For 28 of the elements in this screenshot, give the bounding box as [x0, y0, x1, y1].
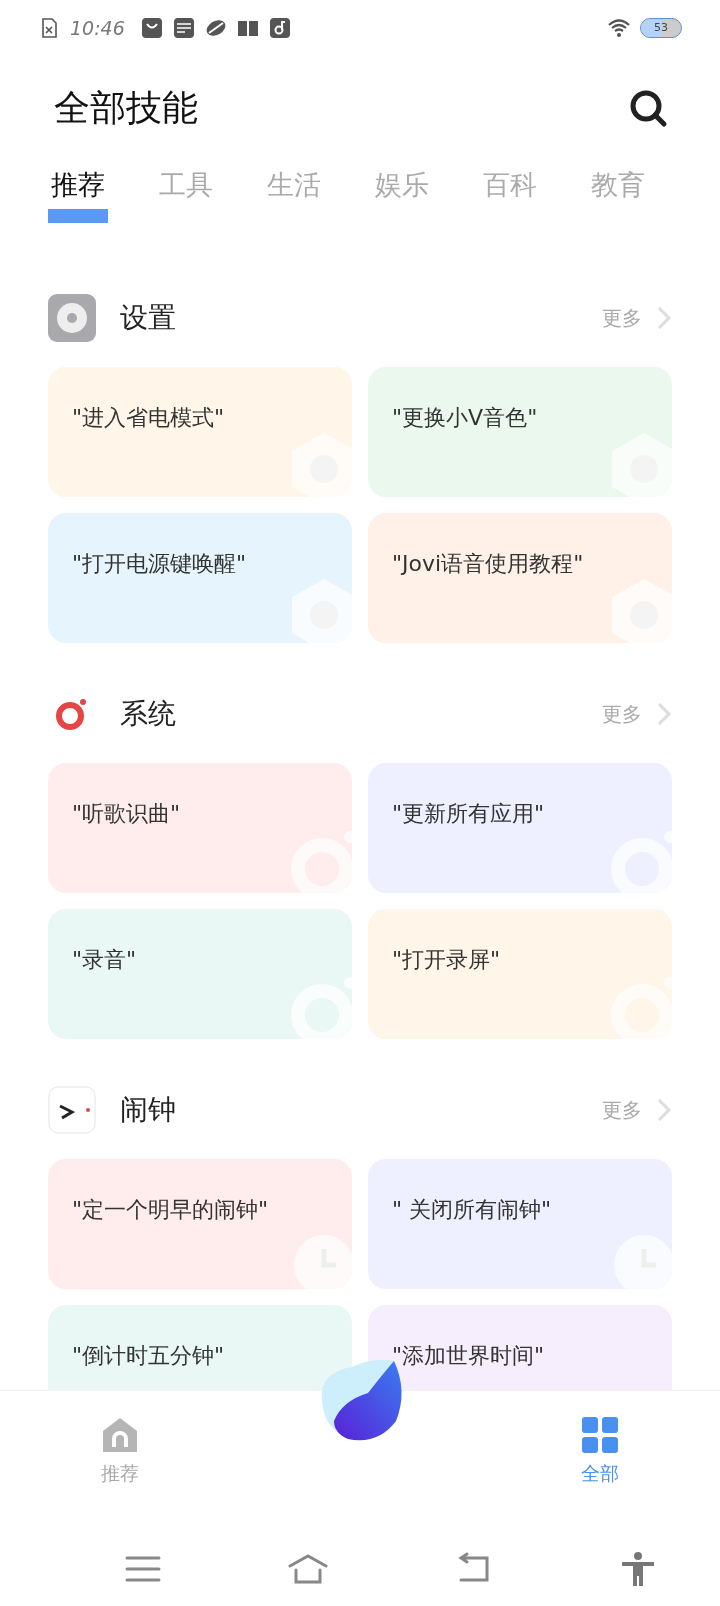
skill-card[interactable]: "听歌识曲" — [48, 763, 352, 893]
skill-card[interactable]: " 关闭所有闹钟" — [368, 1159, 672, 1289]
bag-icon — [140, 16, 163, 39]
skill-card[interactable]: "打开电源键唤醒" — [48, 513, 352, 643]
gear-icon — [48, 294, 96, 342]
card-icon — [172, 16, 195, 39]
skill-card[interactable]: "更新所有应用" — [368, 763, 672, 893]
skill-card[interactable]: "录音" — [48, 909, 352, 1039]
clock-time: 10:46 — [70, 16, 125, 39]
skill-card[interactable]: "倒计时五分钟" — [48, 1305, 352, 1390]
wifi-icon — [608, 16, 630, 39]
skill-card[interactable]: "打开录屏" — [368, 909, 672, 1039]
music-icon — [268, 16, 291, 39]
grid-icon — [580, 1415, 620, 1455]
page-title: 全部技能 — [54, 85, 198, 130]
home-icon[interactable] — [287, 1552, 328, 1586]
section-title: 闹钟 — [120, 1092, 177, 1128]
skill-card[interactable]: "添加世界时间" — [368, 1305, 672, 1390]
skill-card[interactable]: "Jovi语音使用教程" — [368, 513, 672, 643]
battery-indicator: 53 — [640, 17, 682, 38]
search-icon[interactable] — [628, 88, 668, 128]
skill-card[interactable]: "更换小V音色" — [368, 367, 672, 497]
category-tab[interactable]: 推荐 — [48, 167, 156, 247]
skill-card[interactable]: "进入省电模式" — [48, 367, 352, 497]
home-icon — [100, 1415, 140, 1455]
section-title: 设置 — [120, 300, 177, 336]
section-title: 系统 — [120, 696, 177, 732]
skill-card[interactable]: "定一个明早的闹钟" — [48, 1159, 352, 1289]
